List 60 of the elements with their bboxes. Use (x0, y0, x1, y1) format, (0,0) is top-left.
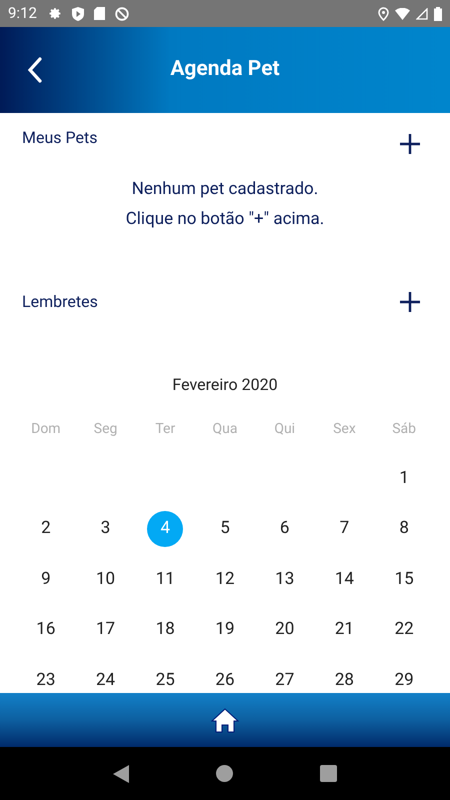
calendar-day[interactable]: 8 (386, 510, 422, 547)
calendar-day[interactable]: 28 (326, 662, 362, 693)
calendar-day[interactable]: 19 (206, 612, 243, 648)
calendar-day[interactable]: 26 (206, 662, 243, 693)
calendar-day[interactable]: 13 (266, 561, 303, 598)
calendar-day[interactable]: 17 (88, 612, 124, 648)
home-icon (211, 708, 239, 732)
calendar-day[interactable]: 12 (206, 561, 243, 598)
gear-icon (48, 7, 62, 20)
weekday-label: Ter (154, 420, 176, 439)
back-chevron-icon (27, 57, 43, 83)
calendar-day[interactable]: 5 (206, 510, 243, 547)
weekday-label: Seg (92, 420, 118, 439)
section-title: Meus Pets (22, 127, 98, 149)
circle-icon (216, 765, 233, 782)
calendar-day[interactable]: 27 (266, 662, 303, 693)
calendar-day[interactable]: 15 (386, 561, 422, 598)
calendar-day[interactable]: 9 (28, 561, 64, 598)
status-time: 9:12 (8, 3, 37, 24)
weekday-label: Sex (332, 420, 357, 439)
battery-icon (434, 6, 442, 20)
empty-message: Clique no botão "+" acima. (126, 208, 324, 231)
calendar-day[interactable]: 18 (147, 612, 184, 648)
location-icon (378, 6, 389, 20)
recents-nav-button[interactable] (320, 765, 337, 782)
calendar-day[interactable]: 25 (147, 662, 184, 693)
triangle-icon (113, 764, 130, 782)
section-title: Lembretes (22, 291, 98, 313)
calendar-day[interactable]: 14 (326, 561, 362, 598)
calendar-day[interactable]: 2 (28, 510, 64, 547)
calendar-day[interactable]: 10 (88, 561, 124, 598)
back-nav-button[interactable] (113, 764, 130, 782)
calendar-day[interactable]: 22 (386, 612, 422, 648)
calendar-day[interactable]: 6 (266, 510, 303, 547)
shield-icon (72, 6, 84, 20)
home-nav-button[interactable] (216, 765, 233, 782)
calendar-day[interactable]: 21 (326, 612, 362, 648)
plus-icon (400, 292, 420, 312)
plus-icon (400, 134, 420, 154)
sd-card-icon (94, 7, 105, 20)
circle-slash-icon (114, 6, 129, 20)
wifi-icon (395, 8, 410, 20)
calendar-day[interactable]: 3 (88, 510, 124, 547)
header-title: Agenda Pet (169, 56, 281, 84)
calendar-day[interactable]: 23 (28, 662, 64, 693)
weekday-label: Qua (212, 420, 238, 439)
calendar-day[interactable]: 29 (386, 662, 422, 693)
weekday-label: Qui (273, 420, 296, 439)
calendar-day[interactable]: 7 (326, 510, 362, 547)
calendar-day[interactable]: 20 (266, 612, 303, 648)
signal-icon (416, 8, 428, 20)
calendar-day[interactable]: 11 (147, 561, 184, 598)
calendar-month: Fevereiro 2020 (172, 374, 278, 396)
empty-message: Nenhum pet cadastrado. (132, 178, 318, 201)
calendar-day[interactable]: 24 (88, 662, 124, 693)
weekday-label: Sáb (391, 420, 418, 439)
square-icon (320, 765, 337, 782)
weekday-label: Dom (30, 420, 62, 439)
calendar-day[interactable]: 16 (28, 612, 64, 648)
calendar-day[interactable]: 1 (386, 460, 422, 496)
